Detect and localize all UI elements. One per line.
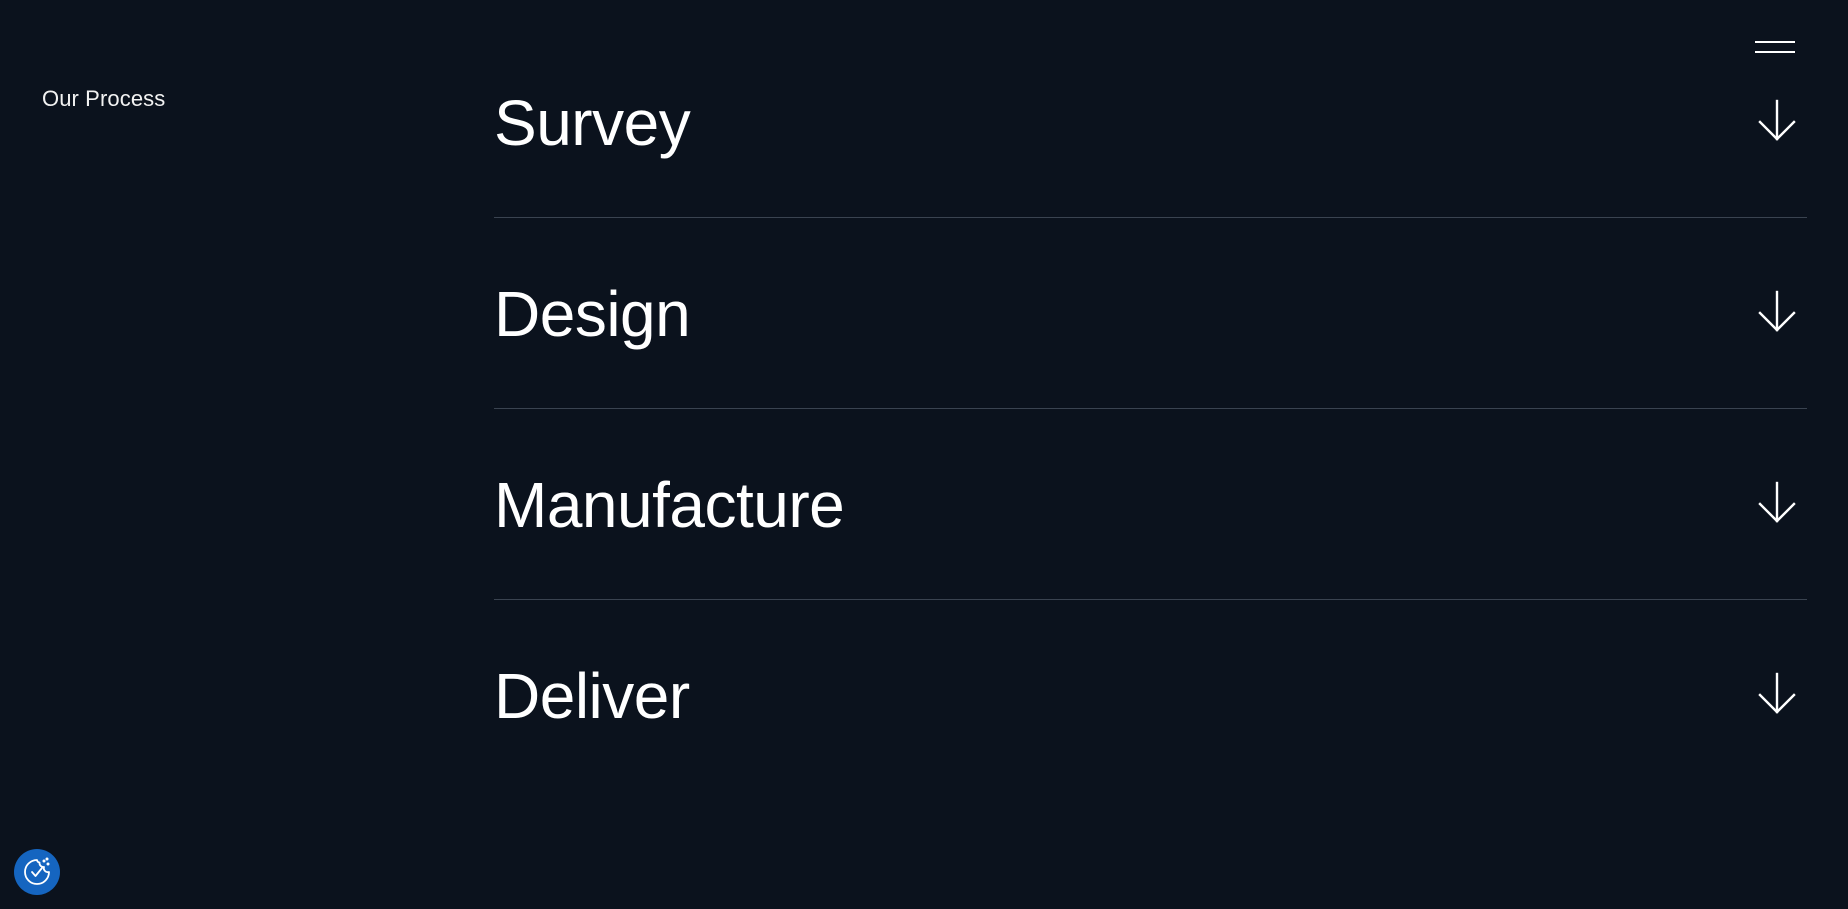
arrow-down-icon[interactable] — [1757, 481, 1797, 525]
arrow-down-icon[interactable] — [1757, 290, 1797, 334]
accordion-item-design[interactable]: Design — [494, 218, 1807, 409]
accordion-item-manufacture[interactable]: Manufacture — [494, 409, 1807, 600]
accordion-title: Design — [494, 278, 691, 350]
arrow-down-icon[interactable] — [1757, 672, 1797, 716]
accordion-title: Manufacture — [494, 469, 845, 541]
accordion-title: Deliver — [494, 660, 690, 732]
cookie-consent-icon — [24, 857, 50, 885]
cookie-settings-button[interactable] — [14, 849, 60, 895]
accordion-title: Survey — [494, 87, 691, 159]
process-accordion: Survey Design Manufacture Deliver — [494, 27, 1807, 790]
arrow-down-icon[interactable] — [1757, 99, 1797, 143]
accordion-item-survey[interactable]: Survey — [494, 27, 1807, 218]
section-label: Our Process — [42, 86, 166, 111]
accordion-item-deliver[interactable]: Deliver — [494, 600, 1807, 790]
